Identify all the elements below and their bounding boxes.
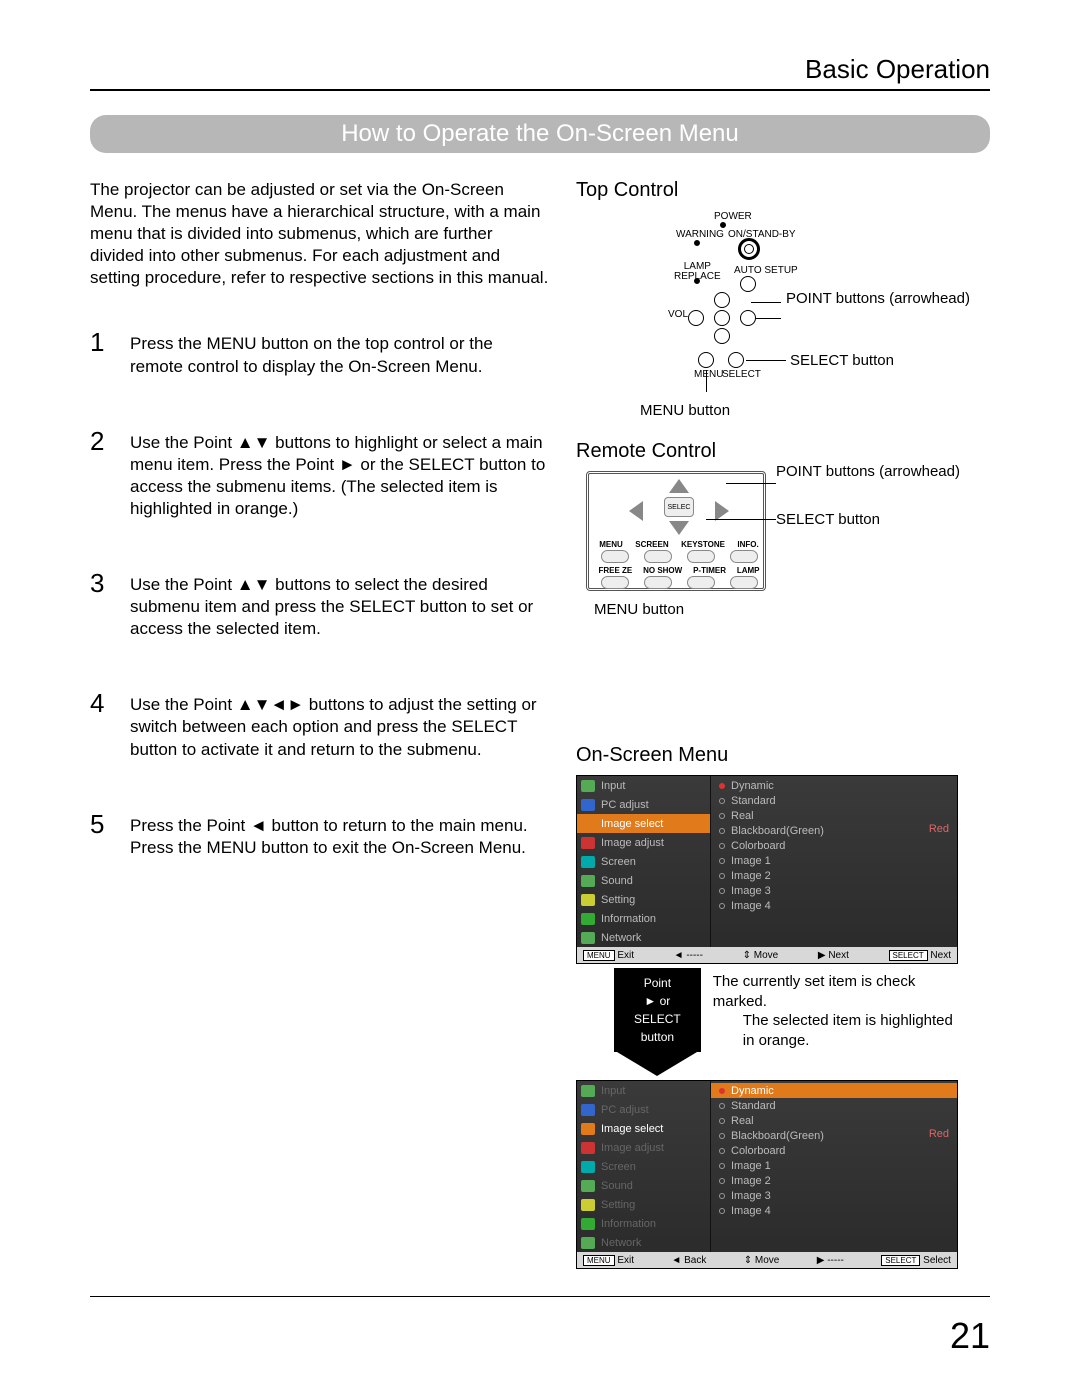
menu-item: Image adjust (601, 837, 664, 849)
step-text: Press the Point ◄ button to return to th… (130, 811, 550, 859)
menu-item: Information (601, 913, 656, 925)
sub-item: Image 4 (731, 900, 771, 912)
osm-title: On-Screen Menu (576, 744, 990, 767)
arrow-right-icon (715, 501, 729, 521)
arrow-up-icon (669, 479, 689, 493)
step-number: 5 (90, 811, 114, 859)
color-tag: Red (929, 823, 949, 835)
sub-item: Real (731, 810, 754, 822)
remote-control-diagram: SELEC MENU SCREEN KEYSTONE INFO. FREE ZE… (576, 471, 990, 666)
osm-guide-bar: MENU Exit ◄ ----- ⇕ Move ▶ Next SELECT N… (577, 947, 957, 963)
menu-button-annotation: MENU button (640, 402, 730, 421)
color-tag: Red (929, 1128, 949, 1140)
point-buttons-annotation: POINT buttons (arrowhead) (786, 290, 970, 309)
remote-title: Remote Control (576, 440, 990, 463)
page-number: 21 (950, 1315, 990, 1357)
sub-item: Image 1 (731, 1160, 771, 1172)
rc-label: SCREEN (635, 540, 668, 549)
menu-item: Image adjust (601, 1142, 664, 1154)
rc-label: MENU (599, 540, 623, 549)
step-text: Use the Point ▲▼◄► buttons to adjust the… (130, 690, 550, 760)
sub-item: Dynamic (731, 780, 774, 792)
osm-guide-bar: MENU Exit ◄ Back ⇕ Move ▶ ----- SELECT S… (577, 1252, 957, 1268)
menu-item: Setting (601, 894, 635, 906)
sub-item: Image 2 (731, 870, 771, 882)
step-text: Press the MENU button on the top control… (130, 329, 550, 377)
arrow-down-icon (669, 521, 689, 535)
rc-label: INFO. (737, 540, 758, 549)
autosetup-label: AUTO SETUP (734, 266, 798, 276)
menu-item: Input (601, 780, 625, 792)
menu-item: PC adjust (601, 1104, 649, 1116)
sub-item: Image 3 (731, 1190, 771, 1202)
top-control-diagram: POWER WARNING ON/STAND-BY LAMP REPLACE A… (576, 210, 990, 420)
topcontrol-title: Top Control (576, 179, 990, 202)
rc-label: FREE ZE (598, 566, 632, 575)
sub-item: Standard (731, 1100, 776, 1112)
sub-item: Image 1 (731, 855, 771, 867)
menu-item: Sound (601, 875, 633, 887)
step-number: 1 (90, 329, 114, 377)
sub-item: Real (731, 1115, 754, 1127)
step-text: Use the Point ▲▼ buttons to select the d… (130, 570, 550, 640)
arrow-down-icon (617, 1052, 697, 1076)
step-number: 2 (90, 428, 114, 520)
menu-item-active: Image select (601, 1123, 663, 1135)
menu-item: PC adjust (601, 799, 649, 811)
sub-item: Blackboard(Green) (731, 825, 824, 837)
point-buttons-annotation: POINT buttons (arrowhead) (776, 463, 960, 482)
menu-button-annotation: MENU button (594, 601, 684, 620)
select-center-button: SELEC (664, 497, 694, 517)
menu-item: Input (601, 1085, 625, 1097)
sub-item: Image 3 (731, 885, 771, 897)
page-banner: How to Operate the On-Screen Menu (90, 115, 990, 153)
step-text: Use the Point ▲▼ buttons to highlight or… (130, 428, 550, 520)
arrow-left-icon (629, 501, 643, 521)
power-label: POWER (714, 212, 752, 222)
check-mark-annotation: The currently set item is check marked. (713, 972, 958, 1011)
menu-icon-label: MENU (694, 370, 723, 380)
sub-item: Blackboard(Green) (731, 1130, 824, 1142)
section-header: Basic Operation (90, 54, 990, 85)
osm-panel-submenu: Input PC adjust Image select Image adjus… (576, 1080, 958, 1269)
header-rule (90, 89, 990, 91)
sub-item: Colorboard (731, 1145, 785, 1157)
menu-item: Screen (601, 856, 636, 868)
footer-rule (90, 1296, 990, 1297)
rc-label: NO SHOW (643, 566, 682, 575)
sub-item: Standard (731, 795, 776, 807)
menu-item: Information (601, 1218, 656, 1230)
menu-item: Setting (601, 1199, 635, 1211)
menu-item: Network (601, 1237, 641, 1249)
sub-item: Image 4 (731, 1205, 771, 1217)
select-icon-label: SELECT (722, 370, 761, 380)
rc-label: P-TIMER (693, 566, 726, 575)
step-number: 4 (90, 690, 114, 760)
sub-item: Image 2 (731, 1175, 771, 1187)
vol-label: VOL (668, 310, 688, 320)
highlight-annotation: The selected item is highlighted in oran… (713, 1011, 958, 1050)
intro-paragraph: The projector can be adjusted or set via… (90, 179, 550, 289)
select-button-annotation: SELECT button (776, 511, 880, 530)
menu-item-selected: Image select (601, 818, 663, 830)
osm-panel-main: Input PC adjust Image select Image adjus… (576, 775, 958, 964)
menu-item: Sound (601, 1180, 633, 1192)
sub-item-selected: Dynamic (731, 1085, 774, 1097)
menu-item: Network (601, 932, 641, 944)
sub-item: Colorboard (731, 840, 785, 852)
menu-item: Screen (601, 1161, 636, 1173)
standby-label: ON/STAND-BY (728, 230, 796, 240)
rc-label: KEYSTONE (681, 540, 725, 549)
rc-label: LAMP (737, 566, 760, 575)
step-number: 3 (90, 570, 114, 640)
select-button-annotation: SELECT button (790, 352, 894, 371)
warning-label: WARNING (676, 230, 724, 240)
point-select-callout: Point ► or SELECT button (614, 968, 701, 1052)
